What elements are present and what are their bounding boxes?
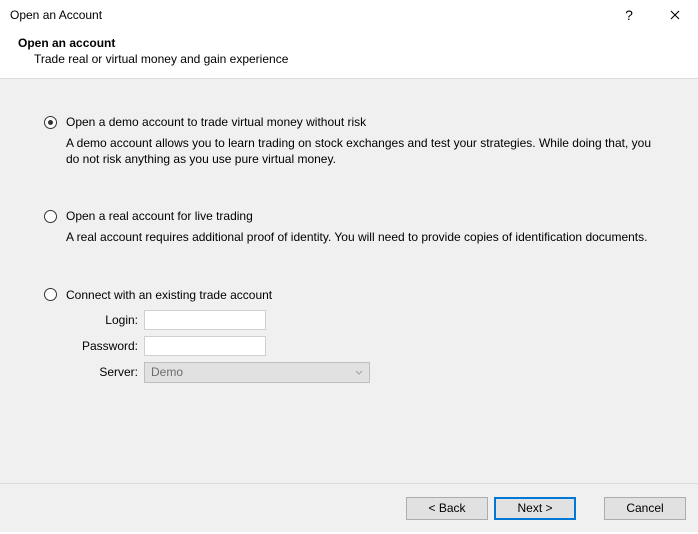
server-select[interactable]: Demo [144,362,370,383]
option-real-desc: A real account requires additional proof… [66,229,662,245]
close-button[interactable] [652,0,698,30]
option-demo-title: Open a demo account to trade virtual mon… [66,115,366,129]
login-input[interactable] [144,310,266,330]
option-demo: Open a demo account to trade virtual mon… [44,115,662,167]
dialog-content: Open a demo account to trade virtual mon… [0,79,698,483]
option-existing: Connect with an existing trade account L… [44,288,662,383]
server-label: Server: [66,365,144,379]
option-existing-title: Connect with an existing trade account [66,288,272,302]
chevron-down-icon [355,365,363,379]
option-existing-head[interactable]: Connect with an existing trade account [44,288,662,302]
help-button[interactable]: ? [606,0,652,30]
option-real: Open a real account for live trading A r… [44,209,662,245]
radio-real[interactable] [44,210,57,223]
titlebar: Open an Account ? [0,0,698,30]
radio-demo[interactable] [44,116,57,129]
window-title: Open an Account [10,8,606,22]
option-real-head[interactable]: Open a real account for live trading [44,209,662,223]
back-button[interactable]: < Back [406,497,488,520]
password-label: Password: [66,339,144,353]
server-row: Server: Demo [66,362,662,383]
password-row: Password: [66,336,662,356]
password-input[interactable] [144,336,266,356]
dialog-header: Open an account Trade real or virtual mo… [0,30,698,78]
help-icon: ? [625,7,633,23]
cancel-button[interactable]: Cancel [604,497,686,520]
login-label: Login: [66,313,144,327]
option-demo-head[interactable]: Open a demo account to trade virtual mon… [44,115,662,129]
radio-existing[interactable] [44,288,57,301]
login-row: Login: [66,310,662,330]
existing-form: Login: Password: Server: Demo [66,310,662,383]
dialog-footer: < Back Next > Cancel [0,483,698,532]
close-icon [670,8,680,23]
option-real-title: Open a real account for live trading [66,209,253,223]
dialog-subheading: Trade real or virtual money and gain exp… [18,52,688,66]
option-demo-desc: A demo account allows you to learn tradi… [66,135,662,167]
next-button[interactable]: Next > [494,497,576,520]
server-select-value: Demo [151,365,183,379]
dialog-heading: Open an account [18,36,688,50]
